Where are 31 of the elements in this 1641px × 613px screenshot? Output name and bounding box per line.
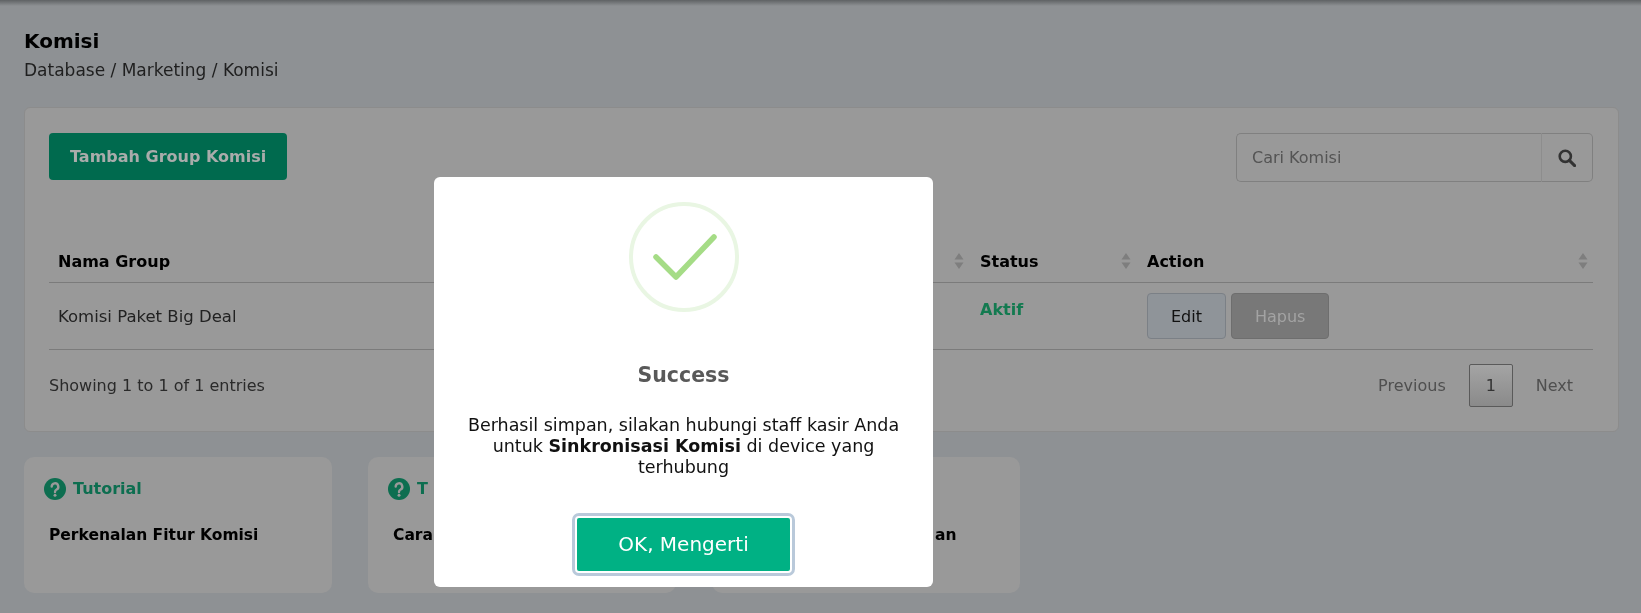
check-circle-icon bbox=[628, 202, 739, 312]
breadcrumb: Database / Marketing / Komisi bbox=[24, 59, 279, 82]
add-group-button[interactable]: Tambah Group Komisi bbox=[49, 133, 288, 180]
table-cell: Komisi Paket Big Deal bbox=[58, 306, 237, 326]
sort-icon[interactable] bbox=[1121, 252, 1131, 270]
sort-icon[interactable] bbox=[1578, 252, 1588, 270]
search-button[interactable] bbox=[1541, 133, 1593, 182]
search-field[interactable]: Cari Komisi bbox=[1236, 133, 1541, 182]
dialog-message: Berhasil simpan, silakan hubungi staff kasir Anda untuk Sinkronisasi Komisi di device yang terhubung bbox=[466, 415, 901, 478]
dialog-title: Success bbox=[637, 362, 730, 389]
card-category: Tutorial bbox=[73, 478, 142, 500]
column-header[interactable]: Status bbox=[980, 251, 1039, 271]
action-button[interactable]: Edit bbox=[1147, 293, 1226, 339]
card-title: Perkenalan Fitur Komisi bbox=[49, 525, 259, 546]
pagination-link[interactable]: 1 bbox=[1468, 364, 1513, 407]
card-category: T bbox=[417, 478, 428, 500]
entries-info: Showing 1 to 1 of 1 entries bbox=[49, 376, 265, 395]
column-header: Nama Group bbox=[58, 251, 171, 271]
question-circle-icon bbox=[44, 478, 66, 500]
card-title: an bbox=[935, 525, 957, 546]
sort-icon[interactable] bbox=[954, 252, 964, 270]
ok-button[interactable]: OK, Mengerti bbox=[572, 512, 795, 576]
page-title: Komisi bbox=[24, 28, 100, 54]
card-title: Cara bbox=[393, 525, 433, 546]
search-icon bbox=[1558, 148, 1576, 167]
tutorial-card[interactable]: Tutorial Perkenalan Fitur Komisi bbox=[24, 457, 332, 593]
column-header[interactable]: Action bbox=[1147, 251, 1205, 271]
pagination-link[interactable]: Previous bbox=[1358, 364, 1466, 407]
question-circle-icon bbox=[388, 478, 410, 500]
status-text: Aktif bbox=[980, 299, 1024, 319]
pagination-link[interactable]: Next bbox=[1515, 364, 1593, 407]
